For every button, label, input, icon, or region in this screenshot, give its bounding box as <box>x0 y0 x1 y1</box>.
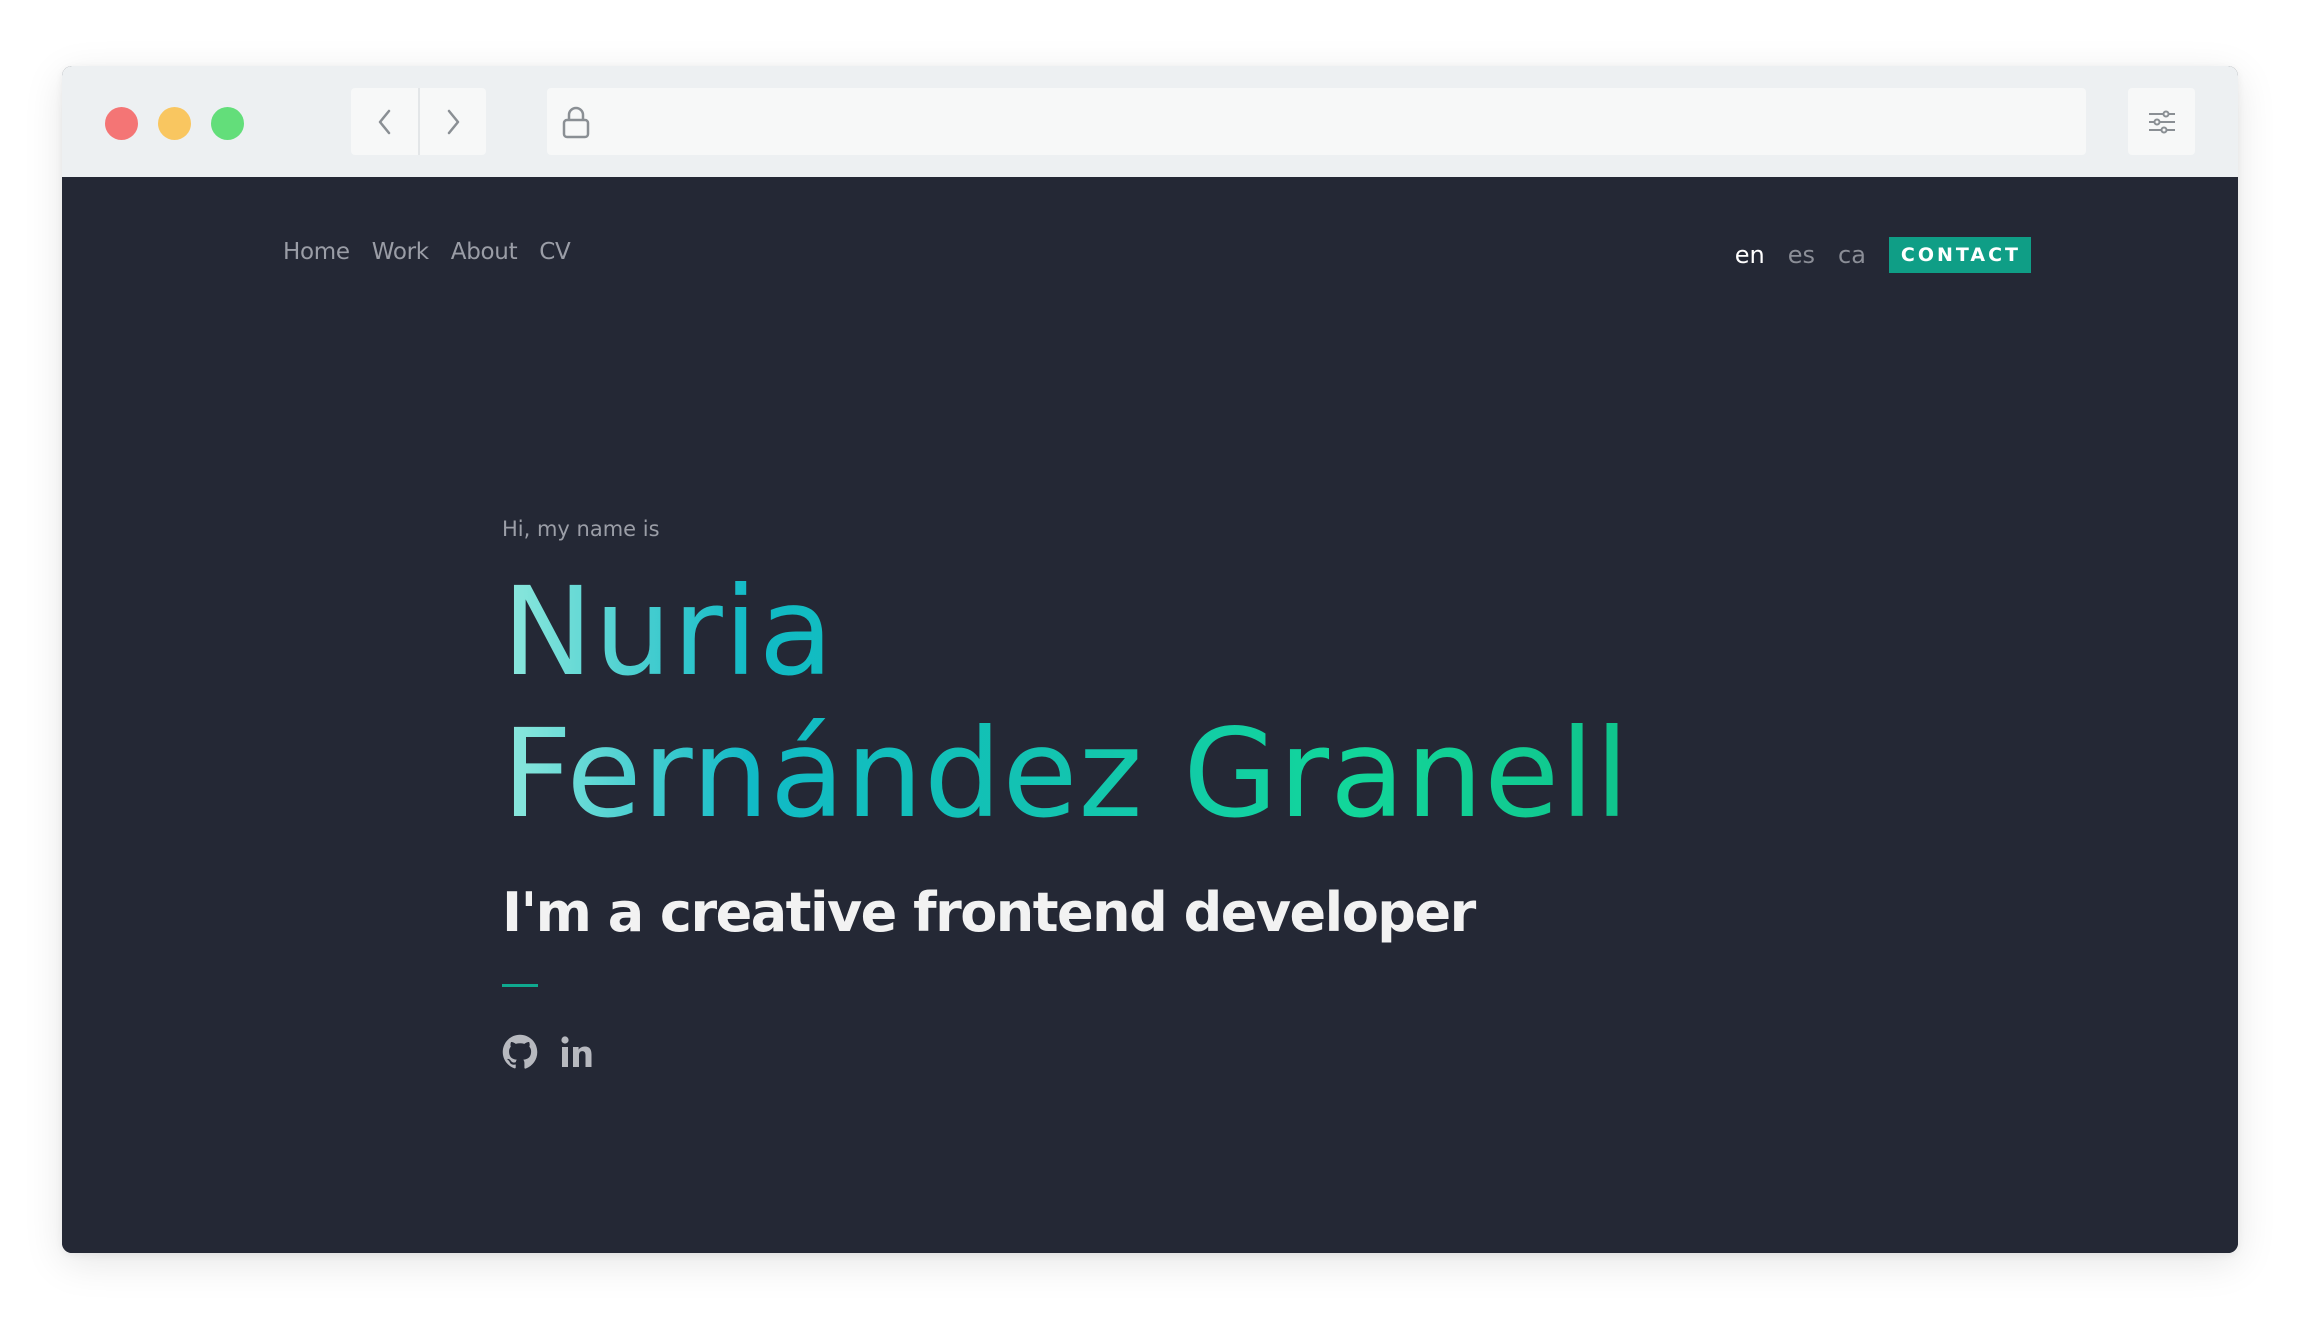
back-button[interactable] <box>351 88 418 155</box>
lang-es-link[interactable]: es <box>1788 241 1815 269</box>
hero-tagline: I'm a creative frontend developer <box>502 881 1476 944</box>
minimize-window-button[interactable] <box>158 107 191 140</box>
nav-item-home[interactable]: Home <box>283 239 350 265</box>
github-link[interactable] <box>502 1034 538 1074</box>
close-window-button[interactable] <box>105 107 138 140</box>
greeting-text: Hi, my name is <box>502 517 660 541</box>
chevron-left-icon <box>378 109 390 134</box>
browser-window: Home Work About CV en es ca CONTACT Hi, … <box>62 66 2238 1253</box>
settings-button[interactable] <box>2128 88 2195 155</box>
history-buttons <box>351 88 486 155</box>
nav-item-about[interactable]: About <box>451 239 518 265</box>
accent-divider <box>502 984 538 987</box>
social-links <box>502 1034 1630 1074</box>
language-switcher: en es ca CONTACT <box>1735 237 2031 273</box>
hero-section: Hi, my name is Nuria Fernández Granell I… <box>502 517 1630 1074</box>
lang-en-link[interactable]: en <box>1735 241 1765 269</box>
page-content: Home Work About CV en es ca CONTACT Hi, … <box>62 177 2238 1253</box>
lock-icon <box>562 106 590 138</box>
nav-item-cv[interactable]: CV <box>539 239 571 265</box>
maximize-window-button[interactable] <box>211 107 244 140</box>
browser-toolbar <box>62 66 2238 177</box>
github-icon <box>502 1034 538 1069</box>
hero-name-first: Nuria <box>502 561 835 703</box>
main-nav: Home Work About CV <box>283 239 571 265</box>
forward-button[interactable] <box>418 88 486 155</box>
linkedin-link[interactable] <box>560 1035 594 1073</box>
contact-button[interactable]: CONTACT <box>1888 237 2031 273</box>
hero-name-last: Fernández Granell <box>502 703 1630 845</box>
hero-name: Nuria Fernández Granell <box>502 561 1630 845</box>
linkedin-icon <box>561 1036 592 1067</box>
nav-item-work[interactable]: Work <box>372 239 429 265</box>
chevron-right-icon <box>447 109 460 134</box>
sliders-icon <box>2148 110 2175 133</box>
lang-ca-link[interactable]: ca <box>1838 241 1866 269</box>
address-bar[interactable] <box>547 88 2086 155</box>
